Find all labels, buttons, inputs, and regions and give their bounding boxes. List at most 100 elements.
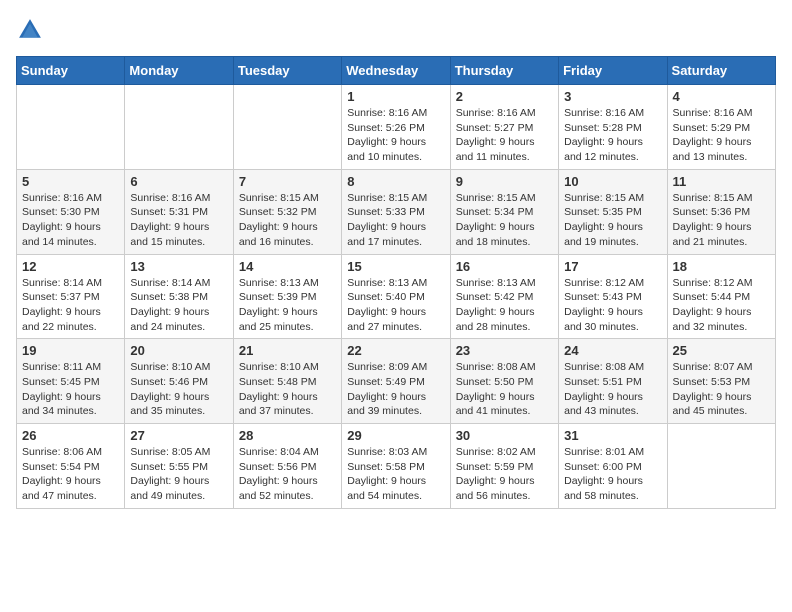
day-number: 15	[347, 259, 444, 274]
calendar-cell: 15 Sunrise: 8:13 AMSunset: 5:40 PMDayligh…	[342, 254, 450, 339]
day-number: 10	[564, 174, 661, 189]
calendar-cell: 2 Sunrise: 8:16 AMSunset: 5:27 PMDaylight…	[450, 85, 558, 170]
calendar-cell: 27 Sunrise: 8:05 AMSunset: 5:55 PMDayligh…	[125, 424, 233, 509]
day-info: Sunrise: 8:16 AMSunset: 5:27 PMDaylight:…	[456, 106, 553, 165]
day-header-tuesday: Tuesday	[233, 57, 341, 85]
calendar-week-row: 26 Sunrise: 8:06 AMSunset: 5:54 PMDayligh…	[17, 424, 776, 509]
day-number: 2	[456, 89, 553, 104]
day-info: Sunrise: 8:10 AMSunset: 5:46 PMDaylight:…	[130, 360, 227, 419]
day-number: 16	[456, 259, 553, 274]
day-header-thursday: Thursday	[450, 57, 558, 85]
calendar-week-row: 19 Sunrise: 8:11 AMSunset: 5:45 PMDayligh…	[17, 339, 776, 424]
day-number: 18	[673, 259, 770, 274]
day-info: Sunrise: 8:16 AMSunset: 5:30 PMDaylight:…	[22, 191, 119, 250]
calendar-week-row: 1 Sunrise: 8:16 AMSunset: 5:26 PMDaylight…	[17, 85, 776, 170]
day-info: Sunrise: 8:03 AMSunset: 5:58 PMDaylight:…	[347, 445, 444, 504]
calendar-table: SundayMondayTuesdayWednesdayThursdayFrid…	[16, 56, 776, 509]
logo	[16, 16, 48, 44]
day-number: 23	[456, 343, 553, 358]
calendar-cell: 28 Sunrise: 8:04 AMSunset: 5:56 PMDayligh…	[233, 424, 341, 509]
day-number: 5	[22, 174, 119, 189]
day-number: 6	[130, 174, 227, 189]
calendar-cell	[667, 424, 775, 509]
calendar-cell	[125, 85, 233, 170]
calendar-cell: 7 Sunrise: 8:15 AMSunset: 5:32 PMDaylight…	[233, 169, 341, 254]
day-number: 26	[22, 428, 119, 443]
day-number: 27	[130, 428, 227, 443]
calendar-cell: 18Sunrise: 8:12 AMSunset: 5:44 PMDayligh…	[667, 254, 775, 339]
day-header-sunday: Sunday	[17, 57, 125, 85]
day-number: 20	[130, 343, 227, 358]
calendar-cell: 26 Sunrise: 8:06 AMSunset: 5:54 PMDayligh…	[17, 424, 125, 509]
day-number: 30	[456, 428, 553, 443]
day-info: Sunrise: 8:05 AMSunset: 5:55 PMDaylight:…	[130, 445, 227, 504]
day-info: Sunrise: 8:13 AMSunset: 5:39 PMDaylight:…	[239, 276, 336, 335]
day-number: 31	[564, 428, 661, 443]
logo-icon	[16, 16, 44, 44]
day-number: 1	[347, 89, 444, 104]
calendar-cell: 30Sunrise: 8:02 AMSunset: 5:59 PMDayligh…	[450, 424, 558, 509]
day-info: Sunrise: 8:16 AMSunset: 5:29 PMDaylight:…	[673, 106, 770, 165]
day-info: Sunrise: 8:08 AMSunset: 5:51 PMDaylight:…	[564, 360, 661, 419]
day-info: Sunrise: 8:15 AMSunset: 5:32 PMDaylight:…	[239, 191, 336, 250]
day-number: 14	[239, 259, 336, 274]
calendar-cell: 13Sunrise: 8:14 AMSunset: 5:38 PMDayligh…	[125, 254, 233, 339]
day-info: Sunrise: 8:11 AMSunset: 5:45 PMDaylight:…	[22, 360, 119, 419]
day-number: 7	[239, 174, 336, 189]
day-number: 12	[22, 259, 119, 274]
calendar-cell: 21 Sunrise: 8:10 AMSunset: 5:48 PMDayligh…	[233, 339, 341, 424]
calendar-cell: 31 Sunrise: 8:01 AMSunset: 6:00 PMDayligh…	[559, 424, 667, 509]
calendar-cell: 12 Sunrise: 8:14 AMSunset: 5:37 PMDayligh…	[17, 254, 125, 339]
calendar-cell	[17, 85, 125, 170]
calendar-cell: 29 Sunrise: 8:03 AMSunset: 5:58 PMDayligh…	[342, 424, 450, 509]
day-number: 24	[564, 343, 661, 358]
day-info: Sunrise: 8:15 AMSunset: 5:34 PMDaylight:…	[456, 191, 553, 250]
day-header-wednesday: Wednesday	[342, 57, 450, 85]
day-header-friday: Friday	[559, 57, 667, 85]
calendar-cell: 23 Sunrise: 8:08 AMSunset: 5:50 PMDayligh…	[450, 339, 558, 424]
day-info: Sunrise: 8:01 AMSunset: 6:00 PMDaylight:…	[564, 445, 661, 504]
calendar-cell: 10 Sunrise: 8:15 AMSunset: 5:35 PMDayligh…	[559, 169, 667, 254]
calendar-cell: 1 Sunrise: 8:16 AMSunset: 5:26 PMDaylight…	[342, 85, 450, 170]
day-info: Sunrise: 8:08 AMSunset: 5:50 PMDaylight:…	[456, 360, 553, 419]
day-info: Sunrise: 8:15 AMSunset: 5:36 PMDaylight:…	[673, 191, 770, 250]
day-number: 11	[673, 174, 770, 189]
day-number: 9	[456, 174, 553, 189]
calendar-cell: 25 Sunrise: 8:07 AMSunset: 5:53 PMDayligh…	[667, 339, 775, 424]
day-header-saturday: Saturday	[667, 57, 775, 85]
day-number: 4	[673, 89, 770, 104]
day-number: 8	[347, 174, 444, 189]
day-info: Sunrise: 8:16 AMSunset: 5:26 PMDaylight:…	[347, 106, 444, 165]
calendar-cell: 24 Sunrise: 8:08 AMSunset: 5:51 PMDayligh…	[559, 339, 667, 424]
calendar-cell: 8 Sunrise: 8:15 AMSunset: 5:33 PMDaylight…	[342, 169, 450, 254]
day-info: Sunrise: 8:06 AMSunset: 5:54 PMDaylight:…	[22, 445, 119, 504]
day-info: Sunrise: 8:14 AMSunset: 5:37 PMDaylight:…	[22, 276, 119, 335]
day-number: 25	[673, 343, 770, 358]
day-info: Sunrise: 8:13 AMSunset: 5:42 PMDaylight:…	[456, 276, 553, 335]
day-info: Sunrise: 8:07 AMSunset: 5:53 PMDaylight:…	[673, 360, 770, 419]
day-number: 3	[564, 89, 661, 104]
day-number: 19	[22, 343, 119, 358]
calendar-week-row: 5 Sunrise: 8:16 AMSunset: 5:30 PMDaylight…	[17, 169, 776, 254]
day-number: 29	[347, 428, 444, 443]
day-number: 28	[239, 428, 336, 443]
calendar-header-row: SundayMondayTuesdayWednesdayThursdayFrid…	[17, 57, 776, 85]
day-info: Sunrise: 8:10 AMSunset: 5:48 PMDaylight:…	[239, 360, 336, 419]
day-info: Sunrise: 8:15 AMSunset: 5:33 PMDaylight:…	[347, 191, 444, 250]
day-info: Sunrise: 8:04 AMSunset: 5:56 PMDaylight:…	[239, 445, 336, 504]
calendar-cell: 20 Sunrise: 8:10 AMSunset: 5:46 PMDayligh…	[125, 339, 233, 424]
day-number: 21	[239, 343, 336, 358]
calendar-cell: 9 Sunrise: 8:15 AMSunset: 5:34 PMDaylight…	[450, 169, 558, 254]
calendar-cell: 22Sunrise: 8:09 AMSunset: 5:49 PMDayligh…	[342, 339, 450, 424]
calendar-cell: 4 Sunrise: 8:16 AMSunset: 5:29 PMDaylight…	[667, 85, 775, 170]
calendar-cell: 14 Sunrise: 8:13 AMSunset: 5:39 PMDayligh…	[233, 254, 341, 339]
day-info: Sunrise: 8:15 AMSunset: 5:35 PMDaylight:…	[564, 191, 661, 250]
day-number: 17	[564, 259, 661, 274]
calendar-cell: 11 Sunrise: 8:15 AMSunset: 5:36 PMDayligh…	[667, 169, 775, 254]
calendar-cell: 19 Sunrise: 8:11 AMSunset: 5:45 PMDayligh…	[17, 339, 125, 424]
day-header-monday: Monday	[125, 57, 233, 85]
calendar-cell	[233, 85, 341, 170]
day-info: Sunrise: 8:13 AMSunset: 5:40 PMDaylight:…	[347, 276, 444, 335]
calendar-cell: 5 Sunrise: 8:16 AMSunset: 5:30 PMDaylight…	[17, 169, 125, 254]
calendar-cell: 17Sunrise: 8:12 AMSunset: 5:43 PMDayligh…	[559, 254, 667, 339]
